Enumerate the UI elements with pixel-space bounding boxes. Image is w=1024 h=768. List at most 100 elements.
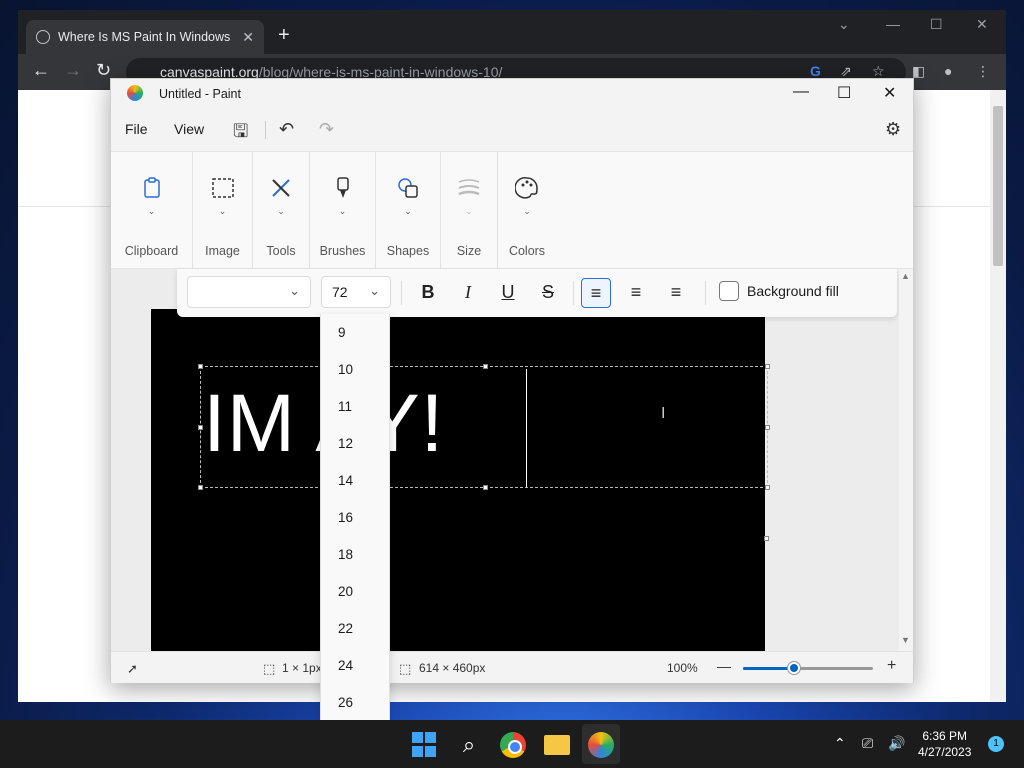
maximize-button[interactable]: ☐ bbox=[930, 16, 943, 33]
menu-view[interactable]: View bbox=[174, 121, 204, 137]
google-icon[interactable]: G bbox=[810, 63, 821, 79]
back-icon[interactable]: ← bbox=[32, 60, 50, 81]
file-explorer-icon[interactable] bbox=[544, 735, 570, 755]
paint-icon[interactable] bbox=[588, 732, 614, 758]
browser-tab[interactable]: Where Is MS Paint In Windows 1( ✕ bbox=[26, 20, 264, 54]
ribbon: ⌄ Clipboard ⌄ Image ⌄ Tools ⌄ Brushes ⌄ … bbox=[111, 151, 913, 270]
group-label: Brushes bbox=[319, 244, 366, 258]
close-tab-icon[interactable]: ✕ bbox=[242, 29, 254, 46]
resize-handle[interactable] bbox=[198, 485, 203, 490]
search-icon[interactable]: ⌕ bbox=[456, 732, 482, 758]
paint-app-icon bbox=[127, 85, 143, 101]
resize-handle[interactable] bbox=[483, 364, 488, 369]
page-scrollbar[interactable] bbox=[990, 90, 1006, 702]
reload-icon[interactable]: ↻ bbox=[96, 60, 111, 81]
paint-window: Untitled - Paint — ☐ ✕ File View 🖫 ↶ ↷ ⚙… bbox=[110, 78, 914, 683]
font-size-option[interactable]: 16 bbox=[321, 499, 389, 536]
font-size-option[interactable]: 14 bbox=[321, 462, 389, 499]
close-button[interactable]: ✕ bbox=[883, 83, 896, 103]
background-fill-checkbox[interactable] bbox=[719, 281, 739, 301]
profile-icon[interactable]: ● bbox=[944, 63, 952, 79]
new-tab-button[interactable]: + bbox=[278, 24, 290, 47]
resize-handle[interactable] bbox=[765, 364, 770, 369]
clock[interactable]: 6:36 PM 4/27/2023 bbox=[918, 728, 971, 760]
canvas-scrollbar[interactable]: ▲ ▼ bbox=[899, 269, 913, 651]
tab-search-icon[interactable]: ⌄ bbox=[838, 16, 850, 33]
font-size-option[interactable]: 12 bbox=[321, 425, 389, 462]
chevron-down-icon: ⌄ bbox=[404, 206, 412, 216]
bold-button[interactable]: B bbox=[413, 278, 443, 308]
font-size-option[interactable]: 10 bbox=[321, 351, 389, 388]
resize-handle[interactable] bbox=[198, 364, 203, 369]
chevron-down-icon: ⌄ bbox=[338, 206, 347, 216]
font-size-dropdown: 9 10 11 12 14 16 18 20 22 24 26 bbox=[320, 314, 390, 720]
notification-badge[interactable]: 1 bbox=[988, 736, 1004, 752]
font-size-option[interactable]: 20 bbox=[321, 573, 389, 610]
zoom-slider-knob[interactable] bbox=[788, 662, 800, 674]
redo-icon[interactable]: ↷ bbox=[319, 119, 334, 140]
canvas-workspace: IM AY! I bbox=[111, 269, 899, 651]
group-label: Shapes bbox=[386, 244, 430, 258]
align-right-button[interactable]: ≡ bbox=[661, 278, 691, 308]
scroll-down-icon[interactable]: ▼ bbox=[901, 635, 910, 645]
text-toolbar: ⌄ 72 ⌄ B I U S ≡ ≡ ≡ Background fill bbox=[177, 269, 897, 317]
font-size-option[interactable]: 26 bbox=[321, 684, 389, 720]
group-label: Image bbox=[205, 244, 240, 258]
background-fill-toggle[interactable]: Background fill bbox=[719, 281, 839, 301]
zoom-out-icon[interactable]: — bbox=[717, 658, 731, 674]
group-shapes[interactable]: ⌄ Shapes bbox=[376, 152, 441, 270]
font-size-option[interactable]: 11 bbox=[321, 388, 389, 425]
font-size-option[interactable]: 18 bbox=[321, 536, 389, 573]
close-button[interactable]: ✕ bbox=[976, 16, 988, 33]
font-size-option[interactable]: 24 bbox=[321, 647, 389, 684]
forward-icon[interactable]: → bbox=[64, 60, 82, 81]
font-size-option[interactable]: 9 bbox=[321, 314, 389, 351]
canvas-resize-handle[interactable] bbox=[764, 536, 769, 541]
canvas-size-icon: ⬚ bbox=[399, 661, 412, 676]
font-family-select[interactable]: ⌄ bbox=[187, 276, 311, 308]
maximize-button[interactable]: ☐ bbox=[837, 83, 851, 103]
status-bar: ➚ ⬚ 1 × 1px ⬚ 614 × 460px 100% — + bbox=[111, 651, 913, 683]
group-size[interactable]: ⌄ Size bbox=[441, 152, 498, 270]
undo-icon[interactable]: ↶ bbox=[279, 119, 294, 140]
chrome-icon[interactable] bbox=[500, 732, 526, 758]
zoom-in-icon[interactable]: + bbox=[887, 657, 896, 675]
align-center-button[interactable]: ≡ bbox=[621, 278, 651, 308]
minimize-button[interactable]: — bbox=[793, 83, 809, 101]
start-icon[interactable] bbox=[412, 732, 438, 758]
chevron-down-icon: ⌄ bbox=[369, 283, 380, 298]
group-colors[interactable]: ⌄ Colors bbox=[498, 152, 556, 270]
volume-icon[interactable]: 🔊 bbox=[888, 735, 905, 752]
zoom-slider-fill bbox=[743, 667, 793, 670]
minimize-button[interactable]: — bbox=[886, 16, 900, 32]
save-icon[interactable]: 🖫 bbox=[233, 119, 248, 149]
ibeam-cursor-icon: I bbox=[661, 405, 666, 422]
resize-handle[interactable] bbox=[765, 425, 770, 430]
chevron-up-icon[interactable]: ⌃ bbox=[834, 735, 846, 752]
align-left-button[interactable]: ≡ bbox=[581, 278, 611, 308]
settings-icon[interactable]: ⚙ bbox=[885, 119, 901, 140]
page-scrollbar-thumb[interactable] bbox=[993, 106, 1003, 266]
menu-kebab-icon[interactable]: ⋮ bbox=[976, 63, 990, 80]
canvas[interactable]: IM AY! I bbox=[151, 309, 770, 651]
italic-button[interactable]: I bbox=[453, 278, 483, 308]
toolbar-separator bbox=[705, 281, 706, 305]
font-size-select[interactable]: 72 ⌄ bbox=[321, 276, 391, 308]
clock-time: 6:36 PM bbox=[922, 729, 968, 743]
chevron-down-icon: ⌄ bbox=[218, 206, 227, 216]
tab-title: Where Is MS Paint In Windows 1( bbox=[58, 30, 235, 44]
menu-file[interactable]: File bbox=[125, 121, 148, 137]
group-tools[interactable]: ⌄ Tools bbox=[253, 152, 310, 270]
group-clipboard[interactable]: ⌄ Clipboard bbox=[111, 152, 193, 270]
scroll-up-icon[interactable]: ▲ bbox=[901, 271, 910, 281]
underline-button[interactable]: U bbox=[493, 278, 523, 308]
resize-handle[interactable] bbox=[765, 485, 770, 490]
font-size-option[interactable]: 22 bbox=[321, 610, 389, 647]
strikethrough-button[interactable]: S bbox=[533, 278, 563, 308]
menu-bar: File View 🖫 ↶ ↷ ⚙ bbox=[111, 111, 913, 149]
chevron-down-icon: ⌄ bbox=[289, 283, 300, 298]
group-brushes[interactable]: ⌄ Brushes bbox=[310, 152, 376, 270]
network-icon[interactable]: ⎚ bbox=[862, 735, 873, 752]
resize-handle[interactable] bbox=[483, 485, 488, 490]
group-image[interactable]: ⌄ Image bbox=[193, 152, 253, 270]
